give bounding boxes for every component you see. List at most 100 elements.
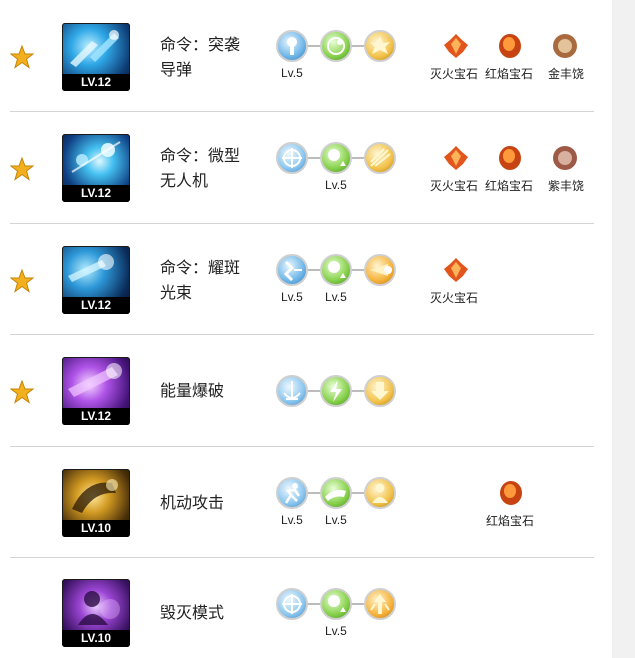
gem-label: 红焰宝石: [486, 514, 535, 528]
rune-level: Lv.5: [281, 66, 303, 80]
charge-rune-icon: [325, 489, 346, 501]
red-flame-gem-icon: [499, 146, 521, 170]
skill-level-badge: LV.10: [62, 520, 130, 537]
skill-level-badge: LV.12: [62, 408, 130, 425]
purple-abundance-gem-icon: [553, 146, 577, 170]
skill-level-badge: LV.12: [62, 74, 130, 91]
rune-icon-blue[interactable]: [276, 142, 308, 174]
rune-icon-green[interactable]: [320, 254, 352, 286]
skill-row: LV.12 命令：微型 无人机 Lv.5 灭火宝石 红焰宝石 紫丰饶: [0, 112, 612, 223]
rune-icon-gold[interactable]: [364, 142, 396, 174]
power-up-rune-icon: [328, 595, 346, 612]
skill-row: LV.10 机动攻击 Lv.5 Lv.5 红焰宝石: [0, 447, 612, 558]
lightning-rune-icon: [330, 380, 342, 402]
skill-name: 命令：耀斑 光束: [160, 260, 241, 302]
star-icon: [10, 269, 34, 293]
missile-icon: [70, 30, 119, 67]
rune-icon-gold[interactable]: [364, 588, 396, 620]
red-flame-gem-icon: [499, 34, 521, 58]
skill-icon-mobile-attack[interactable]: LV.10: [62, 469, 130, 537]
rune-level: Lv.5: [325, 624, 347, 638]
red-flame-gem-icon: [500, 481, 522, 505]
skill-icon-energy-blast[interactable]: LV.12: [62, 357, 130, 425]
person-rune-icon: [372, 483, 388, 503]
arrows-up-rune-icon: [370, 594, 390, 614]
skill-icon-destruction-mode[interactable]: LV.10: [62, 579, 130, 647]
skill-row: LV.12 命令：突袭 导弹 Lv.5 灭火宝石 红焰宝石 金丰饶: [0, 0, 612, 111]
rune-connector: [306, 492, 321, 494]
flare-beam-icon: [68, 254, 114, 282]
rune-icon-blue[interactable]: [276, 30, 308, 62]
gem-label: 灭火宝石: [430, 179, 479, 193]
rune-connector: [306, 45, 321, 47]
gem-label: 红焰宝石: [485, 67, 534, 81]
crosshair-rune-icon: [282, 148, 302, 168]
rune-connector: [306, 157, 321, 159]
gem-label: 金丰饶: [548, 67, 585, 81]
rune-icon-blue[interactable]: [276, 588, 308, 620]
rune-icon-blue[interactable]: [276, 375, 308, 407]
rune-connector: [350, 603, 365, 605]
skill-name: 能量爆破: [160, 383, 225, 400]
rune-level: Lv.5: [325, 513, 347, 527]
skill-name: 机动攻击: [160, 495, 225, 512]
gold-abundance-gem-icon: [553, 34, 577, 58]
rocket-rune-icon: [287, 37, 297, 55]
rune-connector: [350, 492, 365, 494]
drone-icon: [71, 141, 121, 173]
rune-icon-green[interactable]: [320, 30, 352, 62]
rune-level: Lv.5: [281, 513, 303, 527]
skill-level-badge: LV.12: [62, 297, 130, 314]
gem-label: 紫丰饶: [548, 179, 585, 193]
fire-gem-icon: [444, 258, 468, 282]
explosion-rune-icon: [370, 36, 390, 54]
rune-level: Lv.5: [281, 290, 303, 304]
rune-connector: [306, 390, 321, 392]
skill-icon-flare-beam[interactable]: LV.12: [62, 246, 130, 314]
skill-row: LV.10 毁灭模式 Lv.5: [0, 558, 612, 658]
rune-icon-gold[interactable]: [364, 30, 396, 62]
beam-rune-icon: [370, 148, 391, 167]
fire-gem-icon: [444, 34, 468, 58]
arrow-down-rune-icon: [371, 382, 389, 400]
rune-connector: [350, 269, 365, 271]
rune-level: Lv.5: [325, 178, 347, 192]
rune-connector: [306, 603, 321, 605]
rune-level: Lv.5: [325, 290, 347, 304]
rune-icon-blue[interactable]: [276, 477, 308, 509]
rune-icon-green[interactable]: [320, 142, 352, 174]
power-up-rune-icon: [328, 261, 346, 278]
star-icon: [10, 157, 34, 181]
rune-icon-blue[interactable]: [276, 254, 308, 286]
gem-label: 红焰宝石: [485, 179, 534, 193]
skill-row: LV.12 命令：耀斑 光束 Lv.5 Lv.5 灭火宝石: [0, 224, 612, 335]
destruction-mode-icon: [78, 591, 120, 625]
rune-icon-green[interactable]: [320, 375, 352, 407]
dash-runner-rune-icon: [284, 483, 301, 504]
rune-icon-gold[interactable]: [364, 375, 396, 407]
rune-icon-gold[interactable]: [364, 477, 396, 509]
skill-name: 命令：微型 无人机: [160, 148, 241, 190]
star-icon: [10, 380, 34, 404]
orbit-rune-icon: [327, 37, 345, 55]
gem-label: 灭火宝石: [430, 67, 479, 81]
skill-level-badge: LV.12: [62, 185, 130, 202]
rune-connector: [350, 157, 365, 159]
rune-icon-green[interactable]: [320, 477, 352, 509]
gem-label: 灭火宝石: [430, 291, 479, 305]
skill-name: 命令：突袭 导弹: [160, 37, 241, 79]
chain-rune-icon: [283, 260, 302, 282]
skill-icon-micro-drone[interactable]: LV.12: [62, 134, 130, 202]
burst-beam-rune-icon: [370, 264, 392, 276]
mobile-attack-icon: [72, 479, 118, 513]
skill-icon-raid-missile[interactable]: LV.12: [62, 23, 130, 91]
rune-icon-gold[interactable]: [364, 254, 396, 286]
page-right-gutter: [612, 0, 635, 658]
skill-row: LV.12 能量爆破: [0, 335, 612, 446]
rune-icon-green[interactable]: [320, 588, 352, 620]
skill-name: 毁灭模式: [160, 605, 225, 622]
fire-gem-icon: [444, 146, 468, 170]
rune-connector: [350, 390, 365, 392]
skill-level-badge: LV.10: [62, 630, 130, 647]
crosshair-rune-icon: [282, 594, 302, 614]
